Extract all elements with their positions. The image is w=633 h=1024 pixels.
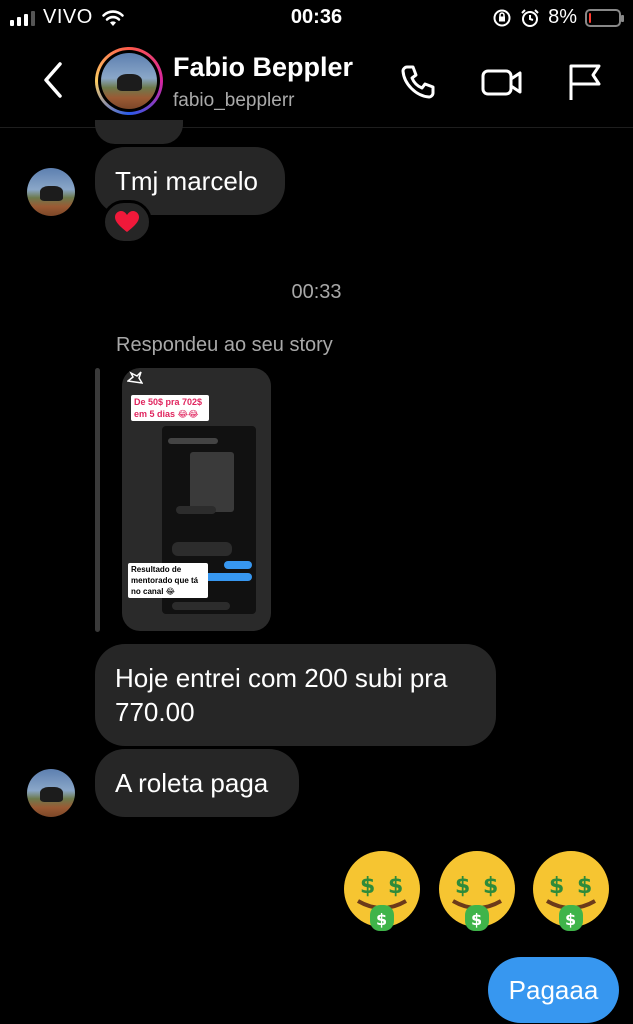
heart-reaction[interactable] <box>102 200 152 244</box>
svg-text:$: $ <box>577 874 592 899</box>
money-mouth-face-icon[interactable]: $ $ $ <box>435 849 519 933</box>
heart-icon <box>115 211 139 232</box>
message-text: Hoje entrei com 200 subi pra 770.00 <box>115 663 448 727</box>
phone-call-icon[interactable] <box>398 62 438 102</box>
money-mouth-face-icon[interactable]: $ $ $ <box>340 849 424 933</box>
message-text: A roleta paga <box>115 768 269 798</box>
message-text: Tmj marcelo <box>115 166 259 196</box>
contact-name[interactable]: Fabio Beppler <box>173 52 353 83</box>
svg-text:$: $ <box>360 874 375 899</box>
svg-text:$: $ <box>483 874 498 899</box>
message-text: Pagaaa <box>508 975 599 1005</box>
battery-percent: 8% <box>548 6 577 28</box>
sender-avatar[interactable] <box>27 168 75 216</box>
status-bar: VIVO 00:36 8% <box>0 0 633 36</box>
battery-icon <box>585 8 624 27</box>
message-bubble[interactable]: Hoje entrei com 200 subi pra 770.00 <box>95 644 496 746</box>
video-call-icon[interactable] <box>480 62 524 102</box>
alarm-icon <box>521 8 539 27</box>
story-thumbnail[interactable]: De 50$ pra 702$ em 5 dias 😂😂 Resultado d… <box>122 368 271 631</box>
svg-text:$: $ <box>549 874 564 899</box>
sender-avatar[interactable] <box>27 769 75 817</box>
story-reply-label: Respondeu ao seu story <box>116 334 333 356</box>
story-caption-bottom: Resultado de mentorado que tá no canal 😂 <box>128 563 208 598</box>
svg-text:$: $ <box>388 874 403 899</box>
chat-header: Fabio Beppler fabio_bepplerr <box>0 36 633 128</box>
money-mouth-face-icon[interactable]: $ $ $ <box>529 849 613 933</box>
svg-text:$: $ <box>471 910 482 929</box>
message-bubble[interactable]: A roleta paga <box>95 749 299 817</box>
svg-text:$: $ <box>565 910 576 929</box>
sent-message-bubble[interactable]: Pagaaa <box>488 957 619 1023</box>
back-chevron-icon[interactable] <box>38 60 70 100</box>
message-timestamp: 00:33 <box>291 281 342 303</box>
svg-text:$: $ <box>455 874 470 899</box>
spark-icon <box>127 371 143 384</box>
contact-username[interactable]: fabio_bepplerr <box>173 90 294 112</box>
previous-message-bubble[interactable] <box>95 120 183 144</box>
profile-avatar[interactable] <box>95 47 163 115</box>
orientation-lock-icon <box>493 9 511 26</box>
svg-text:$: $ <box>376 910 387 929</box>
reply-indicator-bar <box>95 368 100 632</box>
report-flag-icon[interactable] <box>566 62 606 102</box>
story-caption-top: De 50$ pra 702$ em 5 dias 😂😂 <box>131 395 209 421</box>
